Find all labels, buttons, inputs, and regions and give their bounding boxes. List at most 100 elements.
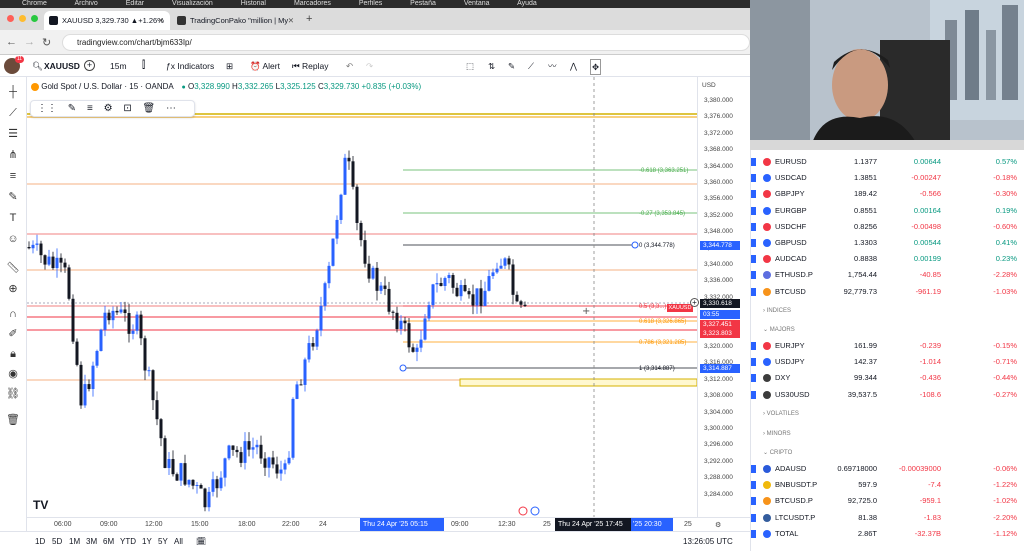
flag-icon[interactable]: [751, 255, 756, 264]
timeframe-all[interactable]: All: [174, 537, 183, 546]
flag-icon[interactable]: [751, 158, 756, 166]
os-menu-item[interactable]: Perfiles: [359, 0, 382, 7]
chart-canvas[interactable]: -0.618 (3,363.251) -0.27 (3,353.845) 0 (…: [27, 77, 697, 517]
flag-icon[interactable]: [751, 481, 756, 490]
timeframe-6m[interactable]: 6M: [103, 537, 114, 546]
flag-icon[interactable]: [751, 174, 756, 183]
watchlist-row[interactable]: LTCUSDT.P 81.38 -1.83 -2.20%: [751, 510, 1024, 526]
settings-gear-icon[interactable]: ⚙: [104, 103, 113, 114]
watchlist-row[interactable]: EURJPY 161.99 -0.239 -0.15%: [751, 338, 1024, 354]
alert-button[interactable]: ⏰ Alert: [250, 59, 280, 73]
timeframe-1d[interactable]: 1D: [35, 537, 45, 546]
url-input[interactable]: tradingview.com/chart/bjm633Ip/: [62, 34, 750, 51]
time-axis[interactable]: 06:00 09:00 12:00 15:00 18:00 22:00 24 T…: [27, 517, 750, 531]
fib-handle[interactable]: [399, 364, 407, 372]
time-axis-settings-icon[interactable]: ⚙: [715, 521, 721, 529]
watchlist-section-majors[interactable]: ⌄ MAJORS: [751, 322, 1024, 338]
crosshair-icon[interactable]: ┼: [5, 85, 21, 99]
os-menu-item[interactable]: Editar: [126, 0, 144, 7]
os-menu-item[interactable]: Ventana: [464, 0, 490, 7]
os-menu-item[interactable]: Pestaña: [410, 0, 436, 7]
trash-icon[interactable]: 🗑︎: [5, 413, 21, 427]
watchlist-row[interactable]: USDCHF 0.8256 -0.00498 -0.60%: [751, 219, 1024, 235]
pitchfork-icon[interactable]: ⋔: [5, 148, 21, 162]
reload-icon[interactable]: ↻: [42, 36, 51, 49]
flag-icon[interactable]: [751, 271, 756, 280]
watchlist-row[interactable]: BTCUSD 92,779.73 -961.19 -1.03%: [751, 284, 1024, 300]
economic-flag-icon[interactable]: [530, 506, 540, 516]
back-icon[interactable]: ←: [6, 36, 17, 48]
flag-icon[interactable]: [751, 529, 756, 538]
timeframe-1m[interactable]: 1M: [69, 537, 80, 546]
flag-icon[interactable]: [751, 390, 756, 399]
watchlist-row[interactable]: ADAUSD 0.69718000 -0.00039000 -0.06%: [751, 461, 1024, 477]
watchlist-row[interactable]: EURGBP 0.8551 0.00164 0.19%: [751, 203, 1024, 219]
flag-icon[interactable]: [751, 497, 756, 506]
watchlist-row[interactable]: BNBUSDT.P 597.9 -7.4 -1.22%: [751, 477, 1024, 493]
watchlist-row[interactable]: ETHUSD.P 1,754.44 -40.85 -2.28%: [751, 267, 1024, 283]
indicators-button[interactable]: ƒx Indicators: [166, 59, 214, 73]
brush-icon[interactable]: ✎: [5, 190, 21, 204]
event-marker-icon[interactable]: [518, 506, 528, 516]
flag-icon[interactable]: [751, 374, 756, 383]
ruler-icon[interactable]: 📏︎: [5, 261, 21, 275]
trend-line-tool-icon[interactable]: ⟋: [528, 59, 534, 73]
date-range-calendar-icon[interactable]: 🗓︎: [196, 537, 206, 546]
flag-icon[interactable]: [751, 358, 756, 367]
flag-icon[interactable]: [751, 206, 756, 215]
watchlist-row[interactable]: USDCAD 1.3851 -0.00247 -0.18%: [751, 170, 1024, 186]
magnet-icon[interactable]: ∩: [5, 307, 21, 321]
os-menu-item[interactable]: Archivo: [74, 0, 97, 7]
utc-clock[interactable]: 13:26:05 UTC: [683, 537, 733, 546]
watchlist-row[interactable]: BTCUSD.P 92,725.0 -959.1 -1.02%: [751, 493, 1024, 509]
os-menu-item[interactable]: Visualización: [172, 0, 213, 7]
watchlist-section-volatiles[interactable]: › VOLATILES: [751, 406, 1024, 422]
watchlist-row[interactable]: EURUSD 1.1377 0.00644 0.57%: [751, 154, 1024, 170]
price-axis[interactable]: USD 3,380.000 3,376.000 3,372.000 3,368.000…: [667, 77, 750, 517]
flag-icon[interactable]: [751, 222, 756, 231]
os-menu-item[interactable]: Marcadores: [294, 0, 331, 7]
horizontal-lines-icon[interactable]: ☰: [5, 127, 21, 141]
line-style-icon[interactable]: ≡: [87, 103, 93, 114]
compare-symbol-button[interactable]: +: [84, 60, 95, 71]
flag-icon[interactable]: [751, 287, 756, 296]
watchlist-row[interactable]: US30USD 39,537.5 -108.6 -0.27%: [751, 387, 1024, 403]
pencil-color-icon[interactable]: ✎: [68, 103, 76, 114]
maximize-window-icon[interactable]: [31, 15, 38, 22]
lock-icon[interactable]: 🔒︎: [5, 347, 21, 361]
fib-handle[interactable]: [631, 241, 639, 249]
emoji-icon[interactable]: ☺: [5, 232, 21, 246]
close-window-icon[interactable]: [7, 15, 14, 22]
watchlist-row[interactable]: USDJPY 142.37 -1.014 -0.71%: [751, 354, 1024, 370]
symbol-search-icon[interactable]: 🔍︎: [32, 59, 43, 73]
delete-drawing-icon[interactable]: 🗑︎: [143, 103, 156, 114]
close-tab-icon[interactable]: ✕: [288, 11, 294, 30]
rectangle-tool-icon[interactable]: ⬚: [466, 59, 474, 73]
link-icon[interactable]: ⛓: [5, 387, 21, 401]
brush-tool-icon[interactable]: ✎: [508, 59, 515, 73]
undo-icon[interactable]: ↶: [346, 59, 353, 73]
watchlist-section-cripto[interactable]: ⌄ CRIPTO: [751, 445, 1024, 461]
more-options-icon[interactable]: ⋯: [166, 103, 176, 114]
timeframe-ytd[interactable]: YTD: [120, 537, 136, 546]
watchlist-row[interactable]: TOTAL 2.86T -32.37B -1.12%: [751, 526, 1024, 542]
supply-zone[interactable]: [459, 378, 697, 387]
crosshair-tool-icon[interactable]: ✥: [590, 59, 602, 75]
trend-line-icon[interactable]: ⟋: [5, 106, 21, 120]
lock-drawing-icon[interactable]: ⊡: [123, 103, 131, 114]
timeframe-5d[interactable]: 5D: [52, 537, 62, 546]
candles-chart-type-icon[interactable]: ⫿: [142, 59, 145, 73]
flag-icon[interactable]: [751, 342, 756, 350]
watchlist-section-indices[interactable]: › INDICES: [751, 303, 1024, 319]
os-menu-item[interactable]: Historial: [241, 0, 266, 7]
timeframe-1y[interactable]: 1Y: [142, 537, 152, 546]
flag-icon[interactable]: [751, 513, 756, 522]
timeframe-5y[interactable]: 5Y: [158, 537, 168, 546]
layouts-icon[interactable]: ⊞: [226, 59, 233, 73]
watchlist-row[interactable]: AUDCAD 0.8838 0.00199 0.23%: [751, 251, 1024, 267]
interval-button[interactable]: 15m: [110, 59, 127, 73]
os-menu-item[interactable]: Chrome: [22, 0, 47, 7]
pattern-tool-icon[interactable]: ⋀: [570, 59, 577, 73]
symbol-search-button[interactable]: XAUUSD: [44, 59, 80, 73]
text-icon[interactable]: T: [5, 211, 21, 225]
